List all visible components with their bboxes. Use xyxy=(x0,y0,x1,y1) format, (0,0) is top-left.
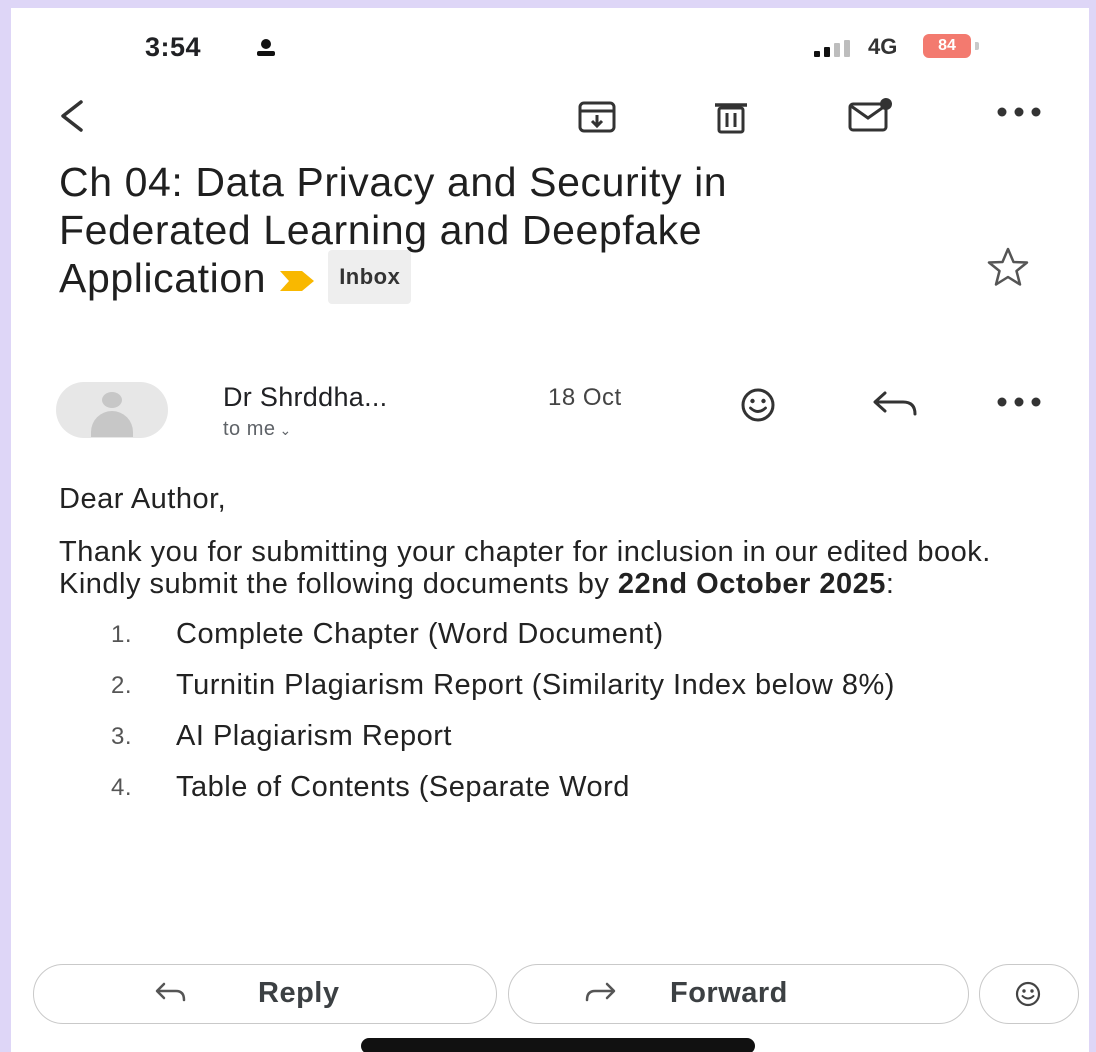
star-icon[interactable] xyxy=(986,246,1030,288)
deadline-suffix: : xyxy=(885,568,895,600)
forward-label: Forward xyxy=(670,977,788,1009)
message-more-icon[interactable] xyxy=(996,396,1042,408)
battery-level: 84 xyxy=(938,37,956,54)
smiley-icon xyxy=(1015,981,1041,1007)
document-list: 1. Complete Chapter (Word Document) 2. Tur… xyxy=(59,618,1069,804)
forward-button[interactable]: Forward xyxy=(508,964,969,1024)
list-number: 3. xyxy=(111,723,133,750)
reply-icon[interactable] xyxy=(871,390,921,420)
sent-date: 18 Oct xyxy=(548,384,622,411)
email-toolbar xyxy=(11,88,1089,148)
home-indicator xyxy=(361,1038,755,1052)
list-item: 1. Complete Chapter (Word Document) xyxy=(59,618,1069,651)
forward-arrow-icon xyxy=(585,982,616,1002)
emoji-reaction-button[interactable] xyxy=(979,964,1079,1024)
avatar[interactable] xyxy=(56,382,168,438)
battery-tip xyxy=(975,42,979,50)
email-subject: Ch 04: Data Privacy and Security in Fede… xyxy=(59,158,879,308)
recipient-details-toggle[interactable]: to me ⌄ xyxy=(223,418,292,441)
status-time: 3:54 xyxy=(145,32,202,62)
list-text: Turnitin Plagiarism Report (Similarity I… xyxy=(176,669,895,701)
emoji-react-icon[interactable] xyxy=(739,386,777,424)
more-options-icon[interactable] xyxy=(996,106,1042,118)
intro-paragraph: Thank you for submitting your chapter fo… xyxy=(59,536,1069,600)
list-text: Table of Contents (Separate Word xyxy=(176,771,630,803)
sender-row: Dr Shrddha... 18 Oct to me ⌄ xyxy=(11,378,1089,448)
trash-icon[interactable] xyxy=(711,100,751,134)
list-item: 3. AI Plagiarism Report xyxy=(59,720,1069,753)
list-item: 2. Turnitin Plagiarism Report (Similarity… xyxy=(59,669,1069,702)
recipient-text: to me xyxy=(223,418,276,440)
reply-button[interactable]: Reply xyxy=(33,964,497,1024)
phone-screen: 3:54 4G 84 Ch 04: Data Privacy and Secur… xyxy=(11,8,1089,1052)
email-body: Dear Author, Thank you for submitting yo… xyxy=(59,482,1069,822)
status-bar: 3:54 4G 84 xyxy=(11,28,1089,68)
list-number: 1. xyxy=(111,621,133,648)
mark-unread-icon[interactable] xyxy=(847,96,895,134)
reply-arrow-icon xyxy=(155,982,186,1002)
importance-marker-icon[interactable] xyxy=(280,271,315,292)
action-bar: Reply Forward xyxy=(11,964,1089,1026)
list-number: 4. xyxy=(111,774,133,801)
person-icon xyxy=(257,39,275,56)
inbox-label[interactable]: Inbox xyxy=(328,250,412,305)
deadline-date: 22nd October 2025 xyxy=(617,568,886,600)
sender-name[interactable]: Dr Shrddha... xyxy=(223,382,387,413)
signal-icon xyxy=(814,40,850,57)
list-text: Complete Chapter (Word Document) xyxy=(176,618,664,650)
list-text: AI Plagiarism Report xyxy=(176,720,452,752)
greeting: Dear Author, xyxy=(59,483,227,515)
reply-label: Reply xyxy=(258,977,340,1009)
back-arrow-icon[interactable] xyxy=(55,96,89,136)
chevron-down-icon: ⌄ xyxy=(279,422,292,438)
battery-icon: 84 xyxy=(923,34,971,58)
archive-icon[interactable] xyxy=(577,100,617,134)
network-type: 4G xyxy=(868,34,898,59)
list-item: 4. Table of Contents (Separate Word xyxy=(59,771,1069,804)
list-number: 2. xyxy=(111,672,133,699)
